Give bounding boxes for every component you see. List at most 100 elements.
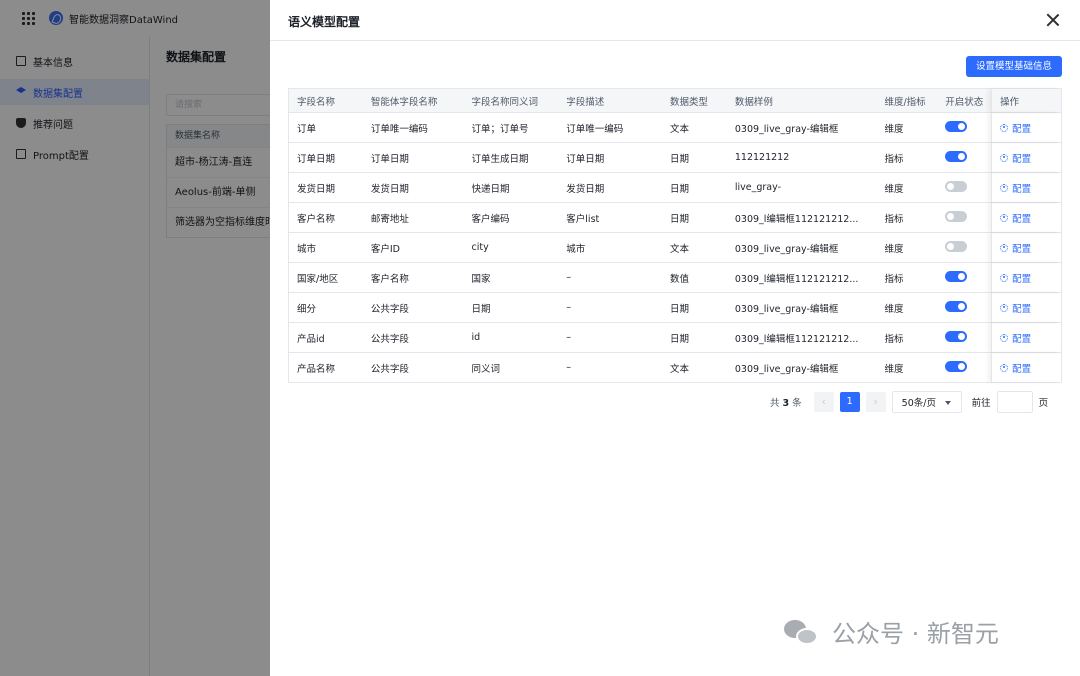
table-cell-sample: live_gray- [734, 182, 781, 193]
configure-link[interactable]: 配置 [1000, 361, 1031, 375]
table-row: 产品id 公共字段 id – 日期 0309_l编辑框112121212... 指标 配置 [289, 323, 1061, 353]
table-cell-type: 日期 [670, 183, 690, 195]
page-size-select[interactable]: 50条/页 [891, 391, 962, 413]
table-cell-name: 国家/地区 [297, 273, 339, 285]
table-cell-desc: – [566, 272, 572, 283]
page-number-button[interactable]: 1 [839, 392, 860, 412]
table-cell-desc: 客户list [566, 213, 600, 225]
watermark-text: 公众号 · 新智元 [832, 620, 999, 648]
table-header-row: 字段名称 智能体字段名称 字段名称同义词 字段描述 数据类型 数据样例 维度/指… [289, 89, 1061, 113]
table-cell-action: 配置 [991, 143, 1061, 172]
table-cell-action: 配置 [991, 233, 1061, 262]
table-cell-kind: 维度 [884, 303, 904, 315]
enable-toggle[interactable] [945, 180, 968, 192]
table-cell-sample: 112121212 [734, 152, 790, 163]
goto-page-input[interactable] [996, 391, 1033, 413]
enable-toggle[interactable] [945, 270, 968, 282]
table-cell-desc: – [566, 302, 572, 313]
table-row: 订单 订单唯一编码 订单；订单号 订单唯一编码 文本 0309_live_gray-编辑框… [289, 113, 1061, 143]
table-cell-action: 配置 [991, 173, 1061, 202]
table-cell-agent-name: 客户名称 [370, 273, 409, 285]
gear-icon [1000, 183, 1009, 192]
enable-toggle[interactable] [945, 240, 968, 252]
gear-icon [1000, 303, 1009, 312]
table-cell-synonyms: id [471, 332, 481, 343]
close-icon[interactable] [1046, 13, 1060, 27]
table-cell-synonyms: 同义词 [471, 363, 501, 375]
table-cell-sample: 0309_live_gray-编辑框 [734, 243, 839, 255]
configure-link[interactable]: 配置 [1000, 181, 1031, 195]
gear-icon [1000, 243, 1009, 252]
drawer-title: 语义模型配置 [288, 15, 361, 29]
table-cell-sample: 0309_live_gray-编辑框 [734, 123, 839, 135]
column-header: 数据类型 [670, 96, 709, 108]
table-cell-sample: 0309_live_gray-编辑框 [734, 303, 839, 315]
table-cell-synonyms: 国家 [471, 273, 491, 285]
table-cell-type: 文本 [670, 243, 690, 255]
gear-icon [1000, 333, 1009, 342]
table-cell-agent-name: 客户ID [370, 243, 400, 255]
table-cell-sample: 0309_l编辑框112121212... [734, 273, 859, 285]
prev-page-button[interactable]: ‹ [813, 392, 834, 412]
column-header: 字段名称同义词 [471, 96, 539, 108]
configure-label: 配置 [1012, 123, 1032, 135]
table-cell-action: 配置 [991, 323, 1061, 352]
enable-toggle[interactable] [945, 120, 968, 132]
next-page-button[interactable]: › [865, 392, 886, 412]
table-cell-synonyms: 订单；订单号 [471, 123, 529, 135]
table-cell-desc: – [566, 332, 572, 343]
table-cell-type: 日期 [670, 333, 690, 345]
table-cell-name: 产品名称 [297, 363, 336, 375]
table-cell-desc: 发货日期 [566, 183, 605, 195]
column-header: 智能体字段名称 [370, 96, 438, 108]
goto-unit-label: 页 [1038, 398, 1049, 409]
pagination: 共3条 ‹ 1 › 50条/页 前往 页 [770, 391, 1048, 413]
table-cell-desc: – [566, 362, 572, 373]
table-cell-type: 日期 [670, 153, 690, 165]
enable-toggle[interactable] [945, 150, 968, 162]
configure-link[interactable]: 配置 [1000, 241, 1031, 255]
configure-label: 配置 [1012, 213, 1032, 225]
table-cell-status [937, 120, 991, 135]
table-row: 订单日期 订单日期 订单生成日期 订单日期 日期 112121212 指标 配置 [289, 143, 1061, 173]
enable-toggle[interactable] [945, 210, 968, 222]
table-cell-name: 订单 [297, 123, 317, 135]
table-cell-sample: 0309_live_gray-编辑框 [734, 363, 839, 375]
table-cell-kind: 指标 [884, 153, 904, 165]
table-cell-kind: 维度 [884, 183, 904, 195]
table-cell-name: 产品id [297, 333, 325, 345]
enable-toggle[interactable] [945, 300, 968, 312]
table-cell-synonyms: 日期 [471, 303, 491, 315]
semantic-model-drawer: 语义模型配置 设置模型基础信息 字段名称 智能体字段名称 字段名称同义词 字段描… [270, 0, 1080, 676]
configure-link[interactable]: 配置 [1000, 151, 1031, 165]
table-cell-action: 配置 [991, 263, 1061, 292]
table-cell-desc: 订单唯一编码 [566, 123, 624, 135]
column-header: 字段名称 [297, 96, 336, 108]
configure-link[interactable]: 配置 [1000, 121, 1031, 135]
configure-link[interactable]: 配置 [1000, 331, 1031, 345]
table-cell-desc: 城市 [566, 243, 586, 255]
enable-toggle[interactable] [945, 330, 968, 342]
table-cell-type: 文本 [670, 363, 690, 375]
enable-toggle[interactable] [945, 360, 968, 372]
configure-link[interactable]: 配置 [1000, 271, 1031, 285]
column-header: 维度/指标 [884, 96, 926, 108]
table-cell-type: 日期 [670, 213, 690, 225]
table-cell-synonyms: 客户编码 [471, 213, 510, 225]
configure-label: 配置 [1012, 183, 1032, 195]
table-cell-action: 配置 [991, 353, 1061, 382]
set-model-basic-info-button[interactable]: 设置模型基础信息 [966, 56, 1062, 77]
configure-link[interactable]: 配置 [1000, 301, 1031, 315]
column-header: 数据样例 [734, 96, 773, 108]
table-cell-agent-name: 邮寄地址 [370, 213, 409, 225]
table-cell-sample: 0309_l编辑框112121212... [734, 213, 859, 225]
configure-label: 配置 [1012, 303, 1032, 315]
table-cell-synonyms: 订单生成日期 [471, 153, 529, 165]
table-cell-name: 发货日期 [297, 183, 336, 195]
table-cell-status [937, 300, 991, 315]
table-cell-kind: 维度 [884, 123, 904, 135]
table-row: 城市 客户ID city 城市 文本 0309_live_gray-编辑框 维度 配置 [289, 233, 1061, 263]
gear-icon [1000, 273, 1009, 282]
configure-link[interactable]: 配置 [1000, 211, 1031, 225]
table-cell-action: 配置 [991, 203, 1061, 232]
